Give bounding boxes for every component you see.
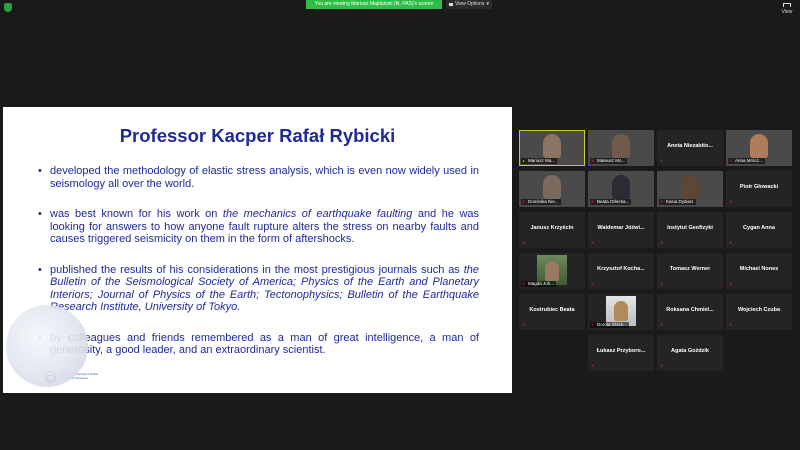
participant-name: Beata Orlecka... — [590, 199, 632, 205]
participant-name: Krzysztof Kocha... — [597, 266, 645, 272]
participant-tile[interactable]: Dominika Nie... — [519, 171, 585, 207]
participant-name: Kostrubiec Beata — [529, 307, 575, 313]
participant-tile[interactable]: Michael Nones — [726, 253, 792, 289]
bullet-text: was best known for his work on — [50, 208, 223, 220]
mic-muted-icon — [659, 240, 664, 246]
bullet-text: by colleagues and friends remembered as … — [50, 331, 479, 357]
globe-watermark — [6, 305, 88, 387]
participant-tile[interactable]: Janusz Krzyścin — [519, 212, 585, 248]
view-button[interactable]: View — [778, 3, 796, 15]
mic-muted-icon — [590, 322, 595, 328]
participant-name: Janusz Krzyścin — [530, 225, 574, 231]
participant-name: Kasia Dydusz — [659, 199, 696, 205]
participant-tile[interactable]: Magda Joh... — [519, 253, 585, 289]
participant-video — [543, 134, 561, 158]
participant-tile[interactable]: Mariusz Ma... — [519, 130, 585, 166]
participant-face — [545, 261, 559, 281]
bullet-text: developed the methodology of elastic str… — [50, 165, 479, 190]
participant-tile[interactable]: Tomasz Werner — [657, 253, 723, 289]
mic-muted-icon — [728, 158, 733, 164]
screen-share-banner: You are viewing Mariusz Majdański (fit. … — [306, 0, 442, 9]
participant-name: Agata Goździk — [671, 348, 709, 354]
screen-icon — [449, 3, 453, 6]
slide-bullet: by colleagues and friends remembered as … — [38, 332, 479, 357]
participant-tile[interactable]: Anna Mrócz... — [726, 130, 792, 166]
participant-name: Instytut Geofizyki — [667, 225, 713, 231]
participant-tile[interactable]: Wojciech Czuba — [726, 294, 792, 330]
participant-video — [750, 134, 768, 158]
participant-tile[interactable]: Łukasz Przyboro... — [588, 335, 654, 371]
mic-muted-icon — [521, 240, 526, 246]
participant-tile[interactable]: Agata Goździk — [657, 335, 723, 371]
chevron-down-icon: ▾ — [486, 1, 489, 7]
mic-muted-icon — [728, 199, 733, 205]
mic-muted-icon — [521, 322, 526, 328]
participant-name: Piotr Głowacki — [739, 184, 779, 190]
participant-name: Aneta Niezabito... — [667, 143, 713, 149]
participant-face — [614, 301, 628, 321]
participant-video — [612, 134, 630, 158]
mic-muted-icon — [590, 281, 595, 287]
mic-muted-icon — [590, 363, 595, 369]
mic-muted-icon — [590, 199, 595, 205]
mic-muted-icon — [521, 281, 526, 287]
mic-muted-icon — [590, 158, 595, 164]
slide-title: Professor Kacper Rafał Rybicki — [119, 125, 396, 146]
security-shield-icon[interactable] — [4, 3, 12, 12]
participant-tile[interactable]: Dorota Olsze... — [588, 294, 654, 330]
participant-name: Roksana Chmiel... — [666, 307, 714, 313]
participant-tile[interactable]: Kasia Dydusz — [657, 171, 723, 207]
participant-name: Łukasz Przyboro... — [596, 348, 646, 354]
participant-tile[interactable]: Mateusz Mo... — [588, 130, 654, 166]
mic-muted-icon — [521, 199, 526, 205]
participant-tile[interactable]: Beata Orlecka... — [588, 171, 654, 207]
view-label: View — [781, 9, 793, 15]
bullet-text: published the results of his considerati… — [50, 263, 464, 276]
participant-video — [681, 175, 699, 199]
participant-name: Mariusz Ma... — [521, 158, 558, 164]
participant-video — [612, 175, 630, 199]
participant-name: Anna Mrócz... — [728, 158, 765, 164]
microphone-icon — [521, 158, 526, 164]
participant-tile[interactable]: Kostrubiec Beata — [519, 294, 585, 330]
mic-muted-icon — [659, 199, 664, 205]
mic-muted-icon — [728, 322, 733, 328]
mic-muted-icon — [659, 363, 664, 369]
participant-tile[interactable]: Aneta Niezabito... — [657, 130, 723, 166]
mic-muted-icon — [728, 240, 733, 246]
mic-muted-icon — [659, 281, 664, 287]
participant-name: Magda Joh... — [521, 281, 557, 287]
participant-name: Tomasz Werner — [669, 266, 711, 272]
participant-tile[interactable]: Cygan Anna — [726, 212, 792, 248]
participant-name: Mateusz Mo... — [590, 158, 628, 164]
slide-bullet-list: developed the methodology of elastic str… — [38, 165, 479, 375]
participant-tile[interactable]: Waldemar Jóźwi... — [588, 212, 654, 248]
view-options-label: View Options — [455, 1, 485, 7]
slide-bullet: published the results of his considerati… — [38, 264, 479, 314]
participant-name: Wojciech Czuba — [737, 307, 781, 313]
participant-tile[interactable]: Instytut Geofizyki — [657, 212, 723, 248]
grid-view-icon — [783, 3, 791, 7]
slide-bullet: was best known for his work on the mecha… — [38, 208, 479, 246]
slide-bullet: developed the methodology of elastic str… — [38, 165, 479, 190]
participant-name: Michael Nones — [739, 266, 779, 272]
mic-muted-icon — [728, 281, 733, 287]
participant-tile[interactable]: Piotr Głowacki — [726, 171, 792, 207]
participant-name: Dominika Nie... — [521, 199, 561, 205]
mic-muted-icon — [590, 240, 595, 246]
view-options-button[interactable]: View Options ▾ — [446, 0, 492, 9]
bullet-emphasis: the mechanics of earthquake faulting — [222, 208, 413, 220]
participant-name: Waldemar Jóźwi... — [597, 225, 645, 231]
participant-name: Cygan Anna — [743, 225, 775, 231]
mic-muted-icon — [659, 158, 664, 164]
participant-name: Dorota Olsze... — [590, 322, 630, 328]
participant-tile[interactable]: Roksana Chmiel... — [657, 294, 723, 330]
participant-video — [543, 175, 561, 199]
mic-muted-icon — [659, 322, 664, 328]
participant-tile[interactable]: Krzysztof Kocha... — [588, 253, 654, 289]
